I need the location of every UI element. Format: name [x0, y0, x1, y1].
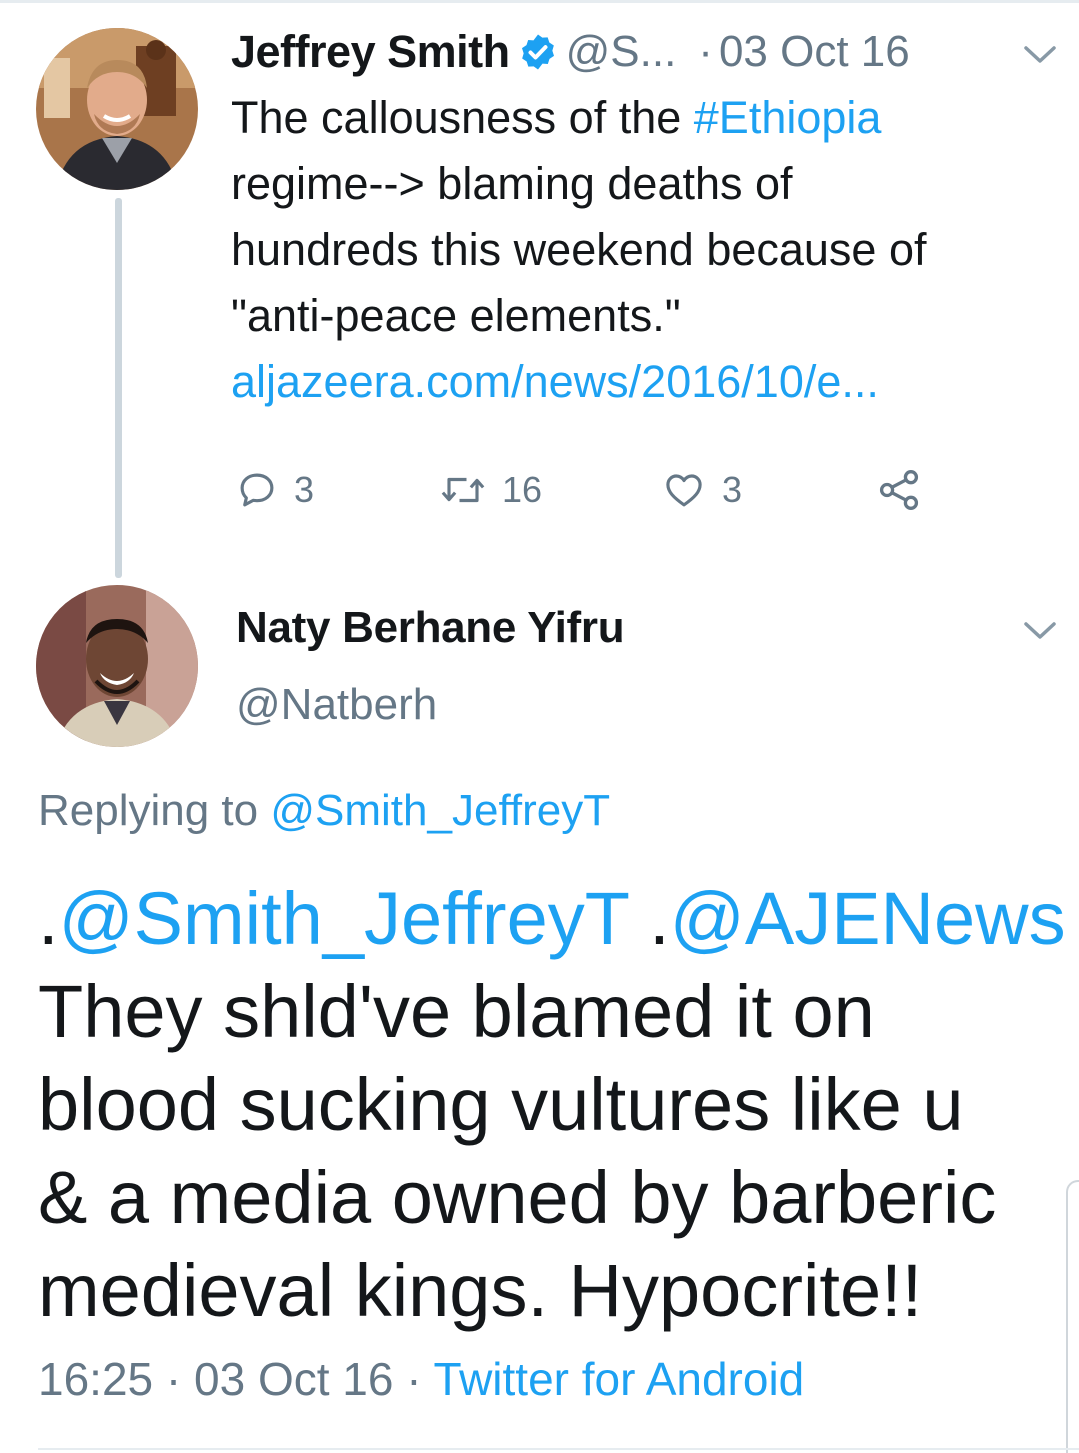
like-icon	[662, 469, 706, 511]
tweet1-action-bar: 3 16 3	[236, 462, 956, 518]
tweet2-handle[interactable]: @Natberh	[236, 680, 437, 730]
like-button[interactable]: 3	[662, 462, 742, 518]
tweet2-text-line: blood sucking vultures like u	[38, 1063, 964, 1146]
share-icon	[876, 468, 922, 512]
replying-to-link[interactable]: @Smith_JeffreyT	[270, 786, 610, 835]
replying-prefix: Replying to	[38, 786, 271, 835]
thread-connector-line	[115, 198, 122, 578]
verified-badge-icon	[518, 32, 558, 72]
scrollbar[interactable]	[1066, 1180, 1079, 1453]
tweet2-mentions-line: .@Smith_JeffreyT .@AJENews	[38, 877, 1066, 960]
share-button[interactable]	[876, 462, 922, 518]
tweet2-text-line: They shld've blamed it on	[38, 970, 875, 1053]
tweet2-meta: 16:25 · 03 Oct 16 · Twitter for Android	[38, 1352, 804, 1406]
separator-dot: ·	[406, 1353, 422, 1405]
reply-count: 3	[294, 469, 315, 510]
avatar-jeffrey-smith[interactable]	[36, 28, 198, 190]
tweet2-time: 16:25	[38, 1353, 154, 1405]
retweet-button[interactable]: 16	[440, 462, 542, 518]
reply-button[interactable]: 3	[236, 462, 314, 518]
mention-link[interactable]: @AJENews	[670, 877, 1066, 960]
chevron-down-icon[interactable]	[1022, 42, 1058, 66]
tweet1-text-line: hundreds this weekend because of	[231, 224, 927, 275]
tweet1-text-line: "anti-peace elements."	[231, 290, 681, 341]
tweet2-source-link[interactable]: Twitter for Android	[434, 1353, 805, 1405]
tweet1-handle[interactable]: @S...	[566, 27, 677, 77]
tweet2-author-name[interactable]: Naty Berhane Yifru	[236, 603, 625, 653]
separator-dot: ·	[165, 1353, 182, 1405]
top-divider	[0, 0, 1079, 3]
tweet1-text-line: regime--> blaming deaths of	[231, 158, 793, 209]
hashtag-link[interactable]: #Ethiopia	[694, 92, 882, 143]
retweet-icon	[440, 469, 486, 511]
avatar-naty-berhane-yifru[interactable]	[36, 585, 198, 747]
tweet1-text-line: The callousness of the #Ethiopia	[231, 92, 882, 143]
tweet2-text-line: medieval kings. Hypocrite!!	[38, 1249, 923, 1332]
chevron-down-icon[interactable]	[1022, 618, 1058, 642]
tweet2-text-line: & a media owned by barberic	[38, 1156, 997, 1239]
tweet1-header: Jeffrey Smith @S... · 03 Oct 16	[231, 24, 910, 80]
separator-dot: ·	[698, 27, 713, 76]
tweet-thread: Jeffrey Smith @S... · 03 Oct 16 The call…	[0, 0, 1079, 1453]
replying-to-line: Replying to @Smith_JeffreyT	[38, 786, 610, 836]
tweet1-date[interactable]: 03 Oct 16	[719, 27, 910, 77]
mention-link[interactable]: @Smith_JeffreyT	[59, 877, 629, 960]
tweet2-text: .@Smith_JeffreyT .@AJENews They shld've …	[38, 872, 1066, 1337]
retweet-count: 16	[502, 469, 543, 510]
tweet1-url-link[interactable]: aljazeera.com/news/2016/10/e...	[231, 349, 1041, 415]
bottom-divider	[38, 1448, 1079, 1450]
tweet1-text: The callousness of the #Ethiopia regime-…	[231, 85, 1041, 415]
like-count: 3	[722, 469, 743, 510]
tweet1-author-name[interactable]: Jeffrey Smith	[231, 26, 510, 78]
tweet2-date: 03 Oct 16	[194, 1353, 394, 1405]
reply-icon	[236, 469, 278, 511]
